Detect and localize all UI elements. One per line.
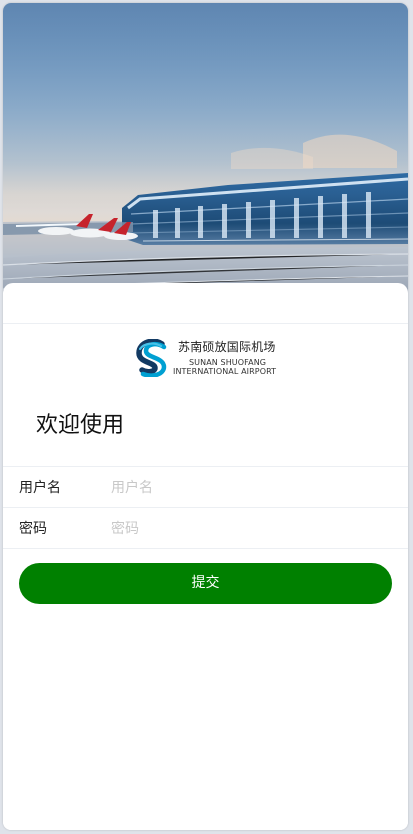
login-card: 苏南硕放国际机场 SUNAN SHUOFANG INTERNATIONAL AI…: [3, 283, 408, 830]
username-top-divider: [3, 466, 408, 467]
login-screen: 苏南硕放国际机场 SUNAN SHUOFANG INTERNATIONAL AI…: [3, 3, 408, 830]
submit-button[interactable]: 提交: [19, 563, 392, 604]
airport-terminal-photo: [3, 3, 408, 298]
welcome-heading: 欢迎使用: [36, 413, 125, 438]
card-divider: [3, 323, 408, 324]
password-input[interactable]: [111, 518, 381, 540]
airport-name-cn: 苏南硕放国际机场: [178, 340, 276, 354]
airport-logo: 苏南硕放国际机场 SUNAN SHUOFANG INTERNATIONAL AI…: [134, 339, 284, 379]
username-bottom-divider: [3, 507, 408, 508]
airport-name-en-line2: INTERNATIONAL AIRPORT: [173, 367, 277, 376]
password-label: 密码: [19, 521, 47, 537]
username-label: 用户名: [19, 480, 61, 496]
password-bottom-divider: [3, 548, 408, 549]
username-input[interactable]: [111, 477, 381, 499]
airport-logo-icon: [136, 339, 167, 377]
hero-banner: [3, 3, 408, 298]
airport-name-en-line1: SUNAN SHUOFANG: [189, 358, 267, 367]
